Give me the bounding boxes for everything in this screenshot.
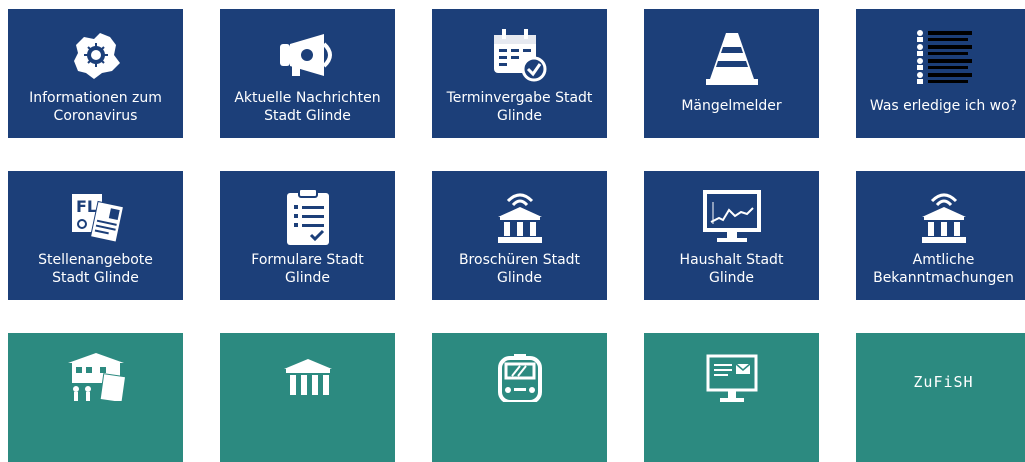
clipboard-form-icon xyxy=(220,185,395,249)
tile-coronavirus-info[interactable]: Informationen zum Coronavirus xyxy=(8,9,183,138)
tile-appointments[interactable]: Terminvergabe Stadt Glinde xyxy=(432,9,607,138)
tile-budget[interactable]: Haushalt Stadt Glinde xyxy=(644,171,819,300)
tile-jobs[interactable]: FL Stellenangebote Stadt Glinde xyxy=(8,171,183,300)
tile-online-services[interactable] xyxy=(644,333,819,462)
tile-official-notices[interactable]: Amtliche Bekanntmachungen xyxy=(856,171,1025,300)
megaphone-icon xyxy=(220,23,395,87)
email-screen-icon xyxy=(644,353,819,402)
tile-label: Aktuelle Nachrichten Stadt Glinde xyxy=(234,90,381,124)
museum-icon xyxy=(220,357,395,401)
tile-label: ZuFiSH xyxy=(913,373,974,391)
tile-label: Amtliche Bekanntmachungen xyxy=(873,252,1014,286)
bus-icon xyxy=(432,353,607,402)
virus-map-icon xyxy=(8,23,183,87)
tile-label: Terminvergabe Stadt Glinde xyxy=(446,90,593,124)
tile-museum[interactable] xyxy=(220,333,395,462)
tile-forms[interactable]: Formulare Stadt Glinde xyxy=(220,171,395,300)
tile-label: Informationen zum Coronavirus xyxy=(29,90,162,124)
tile-news[interactable]: Aktuelle Nachrichten Stadt Glinde xyxy=(220,9,395,138)
tile-brochures[interactable]: Broschüren Stadt Glinde xyxy=(432,171,607,300)
tile-school[interactable] xyxy=(8,333,183,462)
tile-label: Broschüren Stadt Glinde xyxy=(458,252,581,286)
tile-label: Was erledige ich wo? xyxy=(869,98,1018,114)
tile-label: Stellenangebote Stadt Glinde xyxy=(38,252,153,286)
traffic-cone-icon xyxy=(644,27,819,91)
broadcast-building-icon xyxy=(856,185,1025,249)
tile-zufish[interactable]: ZuFiSH xyxy=(856,333,1025,462)
job-documents-icon: FL xyxy=(8,185,183,249)
svg-text:FL: FL xyxy=(76,197,97,216)
people-list-icon xyxy=(856,23,1025,87)
tile-label: Formulare Stadt Glinde xyxy=(251,252,364,286)
school-children-icon xyxy=(8,349,183,401)
calendar-check-icon xyxy=(432,23,607,87)
tile-where-to[interactable]: Was erledige ich wo? xyxy=(856,9,1025,138)
broadcast-building-icon xyxy=(432,185,607,249)
tile-label: Mängelmelder xyxy=(681,98,782,114)
tile-transport[interactable] xyxy=(432,333,607,462)
tile-label: Haushalt Stadt Glinde xyxy=(679,252,784,286)
tile-defect-reporter[interactable]: Mängelmelder xyxy=(644,9,819,138)
monitor-chart-icon xyxy=(644,185,819,249)
